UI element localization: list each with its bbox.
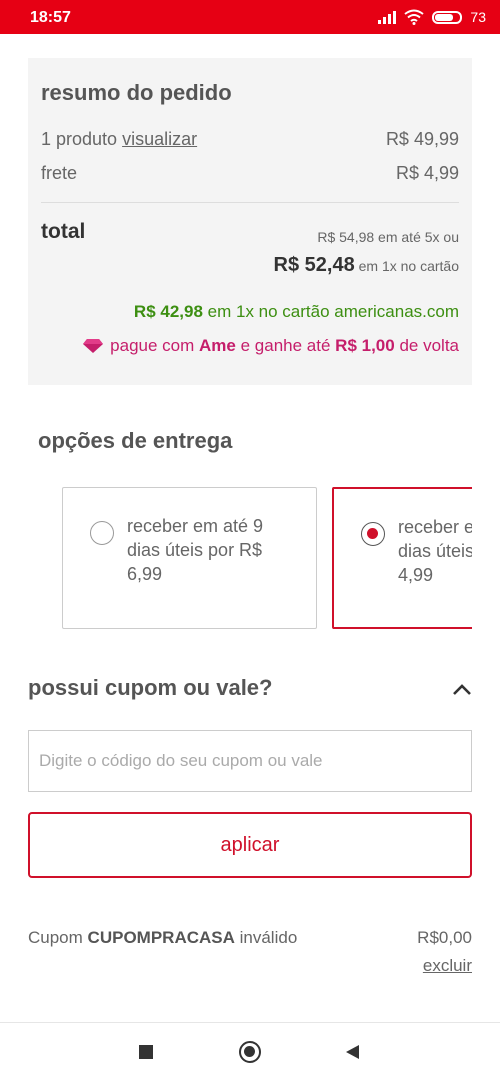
radio-selected-icon[interactable] xyxy=(361,522,385,546)
back-icon[interactable] xyxy=(344,1044,360,1060)
coupon-status: Cupom CUPOMPRACASA inválido xyxy=(28,928,297,948)
order-summary: resumo do pedido 1 produto visualizar R$… xyxy=(28,58,472,385)
shipping-row: frete R$ 4,99 xyxy=(41,163,459,184)
recent-apps-icon[interactable] xyxy=(139,1045,153,1059)
cash-price-suffix: em 1x no cartão xyxy=(358,258,459,274)
summary-divider xyxy=(41,202,459,203)
product-count: 1 produto xyxy=(41,129,118,149)
radio-unselected-icon[interactable] xyxy=(90,521,114,545)
view-products-link[interactable]: visualizar xyxy=(122,129,197,149)
home-icon[interactable] xyxy=(239,1041,261,1063)
ame-cashback-value: R$ 1,00 xyxy=(335,336,395,355)
apply-coupon-button[interactable]: aplicar xyxy=(28,812,472,878)
ame-suffix: de volta xyxy=(399,336,459,355)
store-card-suffix: em 1x no cartão americanas.com xyxy=(207,302,459,321)
battery-icon xyxy=(432,10,463,24)
cash-price-line: R$ 52,48 em 1x no cartão xyxy=(274,254,459,277)
shipping-price: R$ 4,99 xyxy=(395,163,459,183)
product-row: 1 produto visualizar R$ 49,99 xyxy=(41,129,459,150)
coupon-status-suffix: inválido xyxy=(239,928,298,947)
chevron-up-icon[interactable] xyxy=(452,682,472,696)
store-card-offer: R$ 42,98 em 1x no cartão americanas.com xyxy=(134,302,459,322)
delivery-options-title: opções de entrega xyxy=(38,428,233,453)
status-time: 18:57 xyxy=(30,9,71,26)
coupon-input[interactable] xyxy=(28,730,472,792)
diamond-icon xyxy=(83,339,104,353)
product-price: R$ 49,99 xyxy=(385,129,459,149)
installment-price: R$ 54,98 em até 5x ou xyxy=(317,229,459,245)
ame-prefix: pague com xyxy=(110,336,195,355)
coupon-value: R$0,00 xyxy=(417,928,472,947)
carousel-edge-mask xyxy=(472,480,500,640)
battery-level: 73 xyxy=(470,9,486,25)
delivery-option-1[interactable]: receber em até 9 dias úteis por R$ 6,99 xyxy=(62,487,317,629)
store-card-price: R$ 42,98 xyxy=(133,302,203,321)
ame-middle: e ganhe até xyxy=(240,336,331,355)
ame-brand: Ame xyxy=(199,336,236,355)
cash-price: R$ 52,48 xyxy=(273,254,355,276)
coupon-code: CUPOMPRACASA xyxy=(87,928,235,947)
shipping-label: frete xyxy=(41,163,78,183)
signal-icon xyxy=(378,10,397,24)
order-summary-title: resumo do pedido xyxy=(41,80,232,105)
wifi-icon xyxy=(404,9,425,25)
navigation-bar xyxy=(0,1022,500,1083)
ame-cashback-offer: pague com Ame e ganhe até R$ 1,00 de vol… xyxy=(82,336,459,356)
total-label: total xyxy=(41,220,86,243)
coupon-status-prefix: Cupom xyxy=(28,928,83,947)
status-icons: 73 xyxy=(378,9,486,25)
delivery-option-2-text: receber em até 9 dias úteis por R$ 4,99 xyxy=(398,517,482,585)
delivery-option-1-text: receber em até 9 dias úteis por R$ 6,99 xyxy=(127,516,264,584)
remove-coupon-link[interactable]: excluir xyxy=(423,956,472,976)
status-bar: 18:57 73 xyxy=(0,0,500,34)
coupon-title: possui cupom ou vale? xyxy=(28,675,273,700)
delivery-option-2[interactable]: receber em até 9 dias úteis por R$ 4,99 xyxy=(332,487,482,629)
